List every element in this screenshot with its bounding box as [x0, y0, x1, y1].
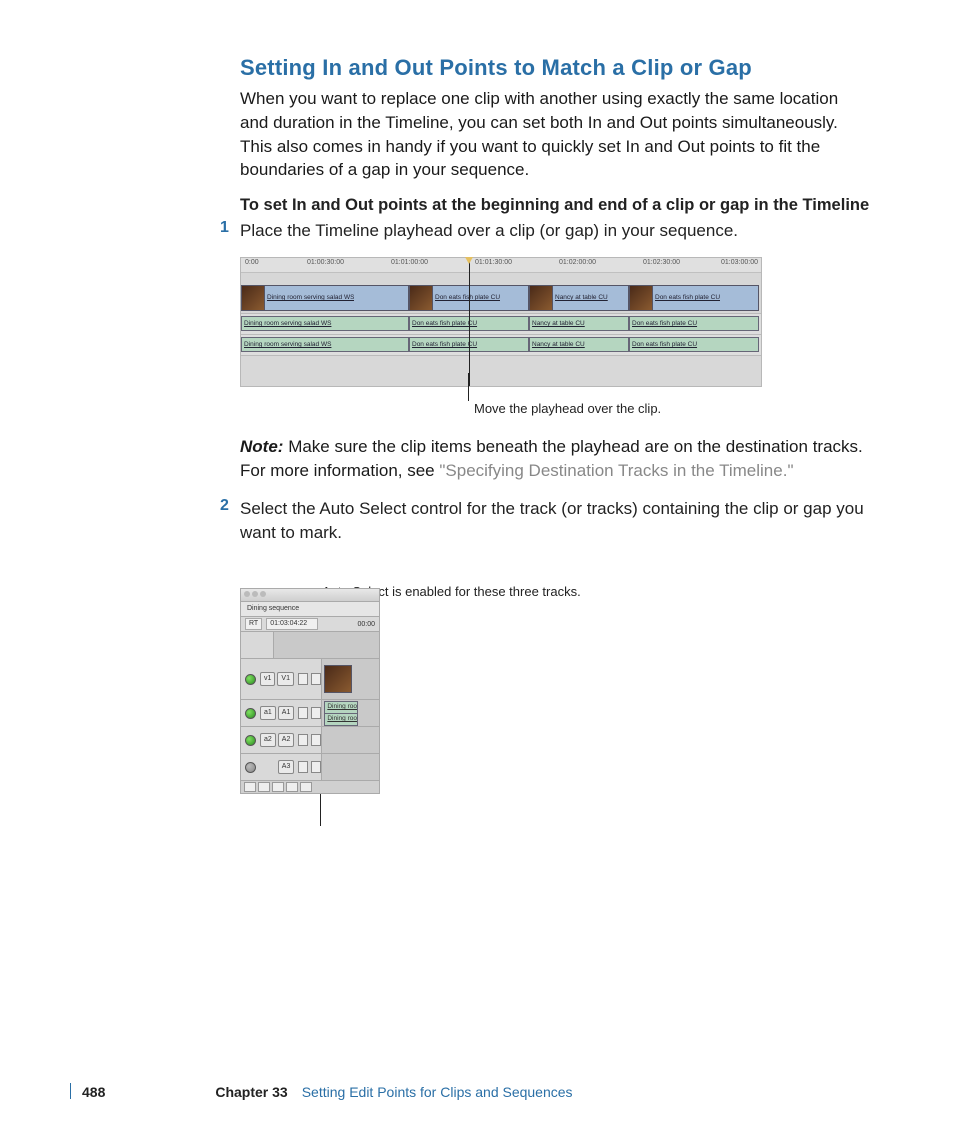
timeline-ruler: 0:00 01:00:30:00 01:01:00:00 01:01:30:00… [241, 258, 761, 273]
tool-icon[interactable] [300, 782, 312, 792]
tool-icon[interactable] [286, 782, 298, 792]
ruler-tick: 01:01:30:00 [475, 259, 512, 266]
audio-clip: Dining roo [324, 713, 358, 726]
dest-track-button[interactable]: A3 [278, 760, 295, 774]
clip-thumbnail [630, 286, 653, 310]
chapter-label: Chapter 33 [215, 1084, 287, 1100]
track-row-v1: v1 V1 [241, 659, 379, 700]
ruler-tick: 01:02:30:00 [643, 259, 680, 266]
lock-icon[interactable] [298, 734, 308, 746]
step-number: 1 [220, 219, 229, 237]
tool-icon[interactable] [244, 782, 256, 792]
track-lock-icons [298, 673, 321, 685]
audio-clip: Nancy at table CU [529, 316, 629, 331]
procedure-title: To set In and Out points at the beginnin… [240, 196, 870, 215]
auto-select-toggle[interactable] [245, 674, 256, 685]
clip-thumbnail [242, 286, 265, 310]
callout-text: Move the playhead over the clip. [468, 395, 674, 417]
ruler-tick: 01:01:00:00 [391, 259, 428, 266]
audio-clip: Dining room serving salad WS [241, 316, 409, 331]
auto-select-toggle[interactable] [245, 708, 256, 719]
clip-label: Don eats fish plate CU [433, 294, 500, 301]
source-track-button[interactable]: a1 [260, 706, 276, 720]
video-track: Dining room serving salad WS Don eats fi… [241, 273, 761, 314]
audio-clip: Nancy at table CU [529, 337, 629, 352]
timecode-display: 01:03:04:22 [266, 618, 318, 630]
audio-clip: Don eats fish plate CU [629, 337, 759, 352]
auto-select-toggle[interactable] [245, 762, 256, 773]
step-number: 2 [220, 497, 229, 515]
sequence-tab: Dining sequence [241, 602, 379, 617]
source-track-button[interactable]: v1 [260, 672, 275, 686]
ruler-tick: 01:00:30:00 [307, 259, 344, 266]
timeline-figure: 0:00 01:00:30:00 01:01:00:00 01:01:30:00… [240, 257, 762, 387]
audio-clip: Dining room serving salad WS [241, 337, 409, 352]
tool-icon[interactable] [272, 782, 284, 792]
rt-indicator: RT [245, 618, 262, 630]
toggle-icon[interactable] [311, 734, 321, 746]
track-panel-figure: Auto Select is enabled for these three t… [240, 588, 870, 794]
clip-label: Dining room serving salad WS [265, 294, 354, 301]
step-2: 2 Select the Auto Select control for the… [240, 497, 870, 545]
source-track-button[interactable]: a2 [260, 733, 276, 747]
audio-track: Dining room serving salad WS Don eats fi… [241, 335, 761, 356]
timeline-info-bar: RT 01:03:04:22 00:00 [241, 617, 379, 632]
track-lock-icons [298, 761, 321, 773]
ruler-tick: 01:03:00:00 [721, 259, 758, 266]
lock-icon[interactable] [298, 707, 308, 719]
playhead [469, 258, 470, 386]
cross-reference-link[interactable]: "Specifying Destination Tracks in the Ti… [439, 461, 793, 480]
section-heading: Setting In and Out Points to Match a Cli… [240, 55, 870, 81]
video-clip: Dining room serving salad WS [241, 285, 409, 311]
track-lock-icons [298, 734, 321, 746]
empty-track-area [241, 356, 761, 386]
figure-callout: Move the playhead over the clip. [468, 395, 870, 417]
video-clip: Don eats fish plate CU [629, 285, 759, 311]
track-row-a1: a1 A1 Dining roo Dining roo [241, 700, 379, 727]
track-row-a3: a3 A3 [241, 754, 379, 781]
clip-thumbnail [530, 286, 553, 310]
track-row-a2: a2 A2 [241, 727, 379, 754]
ruler-tick: 0:00 [245, 259, 259, 266]
note-label: Note: [240, 437, 283, 456]
step-text: Select the Auto Select control for the t… [240, 499, 864, 542]
note-paragraph: Note: Make sure the clip items beneath t… [240, 435, 870, 483]
track-lock-icons [298, 707, 321, 719]
toggle-icon[interactable] [311, 761, 321, 773]
auto-select-toggle[interactable] [245, 735, 256, 746]
dest-track-button[interactable]: A1 [278, 706, 295, 720]
lock-icon[interactable] [298, 673, 308, 685]
timeline-toolbar [241, 781, 379, 793]
dest-track-button[interactable]: V1 [277, 672, 294, 686]
track-row: v [241, 632, 379, 659]
page-footer: 488 Chapter 33 Setting Edit Points for C… [82, 1084, 573, 1100]
intro-paragraph: When you want to replace one clip with a… [240, 87, 870, 182]
tool-icon[interactable] [258, 782, 270, 792]
clip-label: Don eats fish plate CU [653, 294, 720, 301]
chapter-title: Setting Edit Points for Clips and Sequen… [302, 1084, 573, 1100]
toggle-icon[interactable] [311, 673, 321, 685]
audio-clip: Don eats fish plate CU [629, 316, 759, 331]
audio-track: Dining room serving salad WS Don eats fi… [241, 314, 761, 335]
video-clip: Nancy at table CU [529, 285, 629, 311]
ruler-tick: 01:02:00:00 [559, 259, 596, 266]
toggle-icon[interactable] [311, 707, 321, 719]
clip-label: Nancy at table CU [553, 294, 608, 301]
step-1: 1 Place the Timeline playhead over a cli… [240, 219, 870, 243]
window-titlebar [241, 589, 379, 602]
page-number: 488 [82, 1084, 105, 1100]
step-text: Place the Timeline playhead over a clip … [240, 221, 738, 240]
clip-thumbnail [324, 665, 352, 693]
ruler-start: 00:00 [357, 621, 375, 628]
clip-thumbnail [410, 286, 433, 310]
dest-track-button[interactable]: A2 [278, 733, 295, 747]
lock-icon[interactable] [298, 761, 308, 773]
window-controls [244, 591, 266, 597]
